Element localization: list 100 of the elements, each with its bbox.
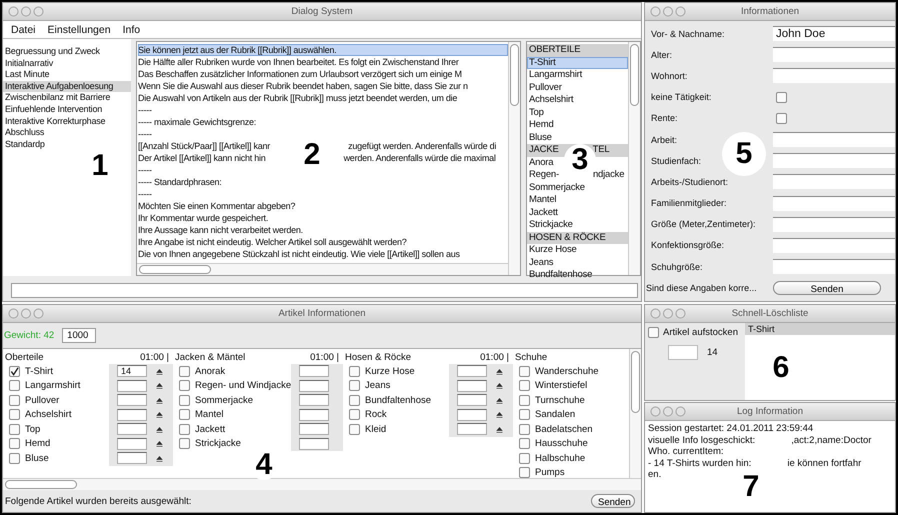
checkbox[interactable] — [519, 438, 530, 450]
checkbox[interactable] — [9, 438, 20, 450]
spinner-icon[interactable] — [156, 426, 163, 433]
checkbox[interactable] — [519, 467, 530, 478]
quantity-field[interactable] — [299, 394, 330, 406]
list-item[interactable]: Jackett — [527, 206, 558, 219]
input-field[interactable] — [11, 283, 638, 298]
weight-field[interactable]: 1000 — [62, 328, 96, 343]
scrollbar[interactable] — [628, 42, 640, 275]
input-field[interactable] — [773, 259, 895, 274]
quantity-field[interactable] — [117, 438, 147, 450]
checkbox[interactable] — [179, 380, 190, 392]
checkbox[interactable] — [519, 424, 530, 435]
quantity-field[interactable] — [457, 423, 487, 436]
menu-item[interactable]: Einstellungen — [42, 22, 117, 36]
send-button[interactable]: Senden — [591, 494, 635, 508]
menu-item[interactable]: Datei — [5, 22, 42, 36]
text-line[interactable]: ----- Standardphrasen: — [138, 176, 222, 188]
input-field[interactable] — [773, 216, 895, 232]
list-item[interactable]: Standardp — [3, 138, 45, 150]
checkbox[interactable] — [349, 394, 360, 406]
text-line[interactable]: ----- — [138, 164, 152, 176]
list-item[interactable]: Bundfaltenhose — [527, 269, 592, 282]
list-item[interactable]: Sommerjacke — [527, 182, 585, 194]
list-item[interactable]: Hemd — [527, 119, 554, 132]
quantity-field[interactable] — [457, 408, 487, 421]
text-line[interactable]: ----- — [138, 188, 152, 200]
checkbox[interactable] — [9, 366, 20, 377]
quantity-field[interactable] — [299, 380, 330, 392]
spinner-icon[interactable] — [496, 426, 503, 433]
spinner-icon[interactable] — [496, 382, 503, 390]
send-button[interactable]: Senden — [773, 281, 881, 296]
checkbox[interactable] — [349, 380, 360, 392]
text-line[interactable]: ----- — [138, 104, 152, 116]
list-item[interactable]: Kurze Hose — [527, 244, 577, 256]
checkbox[interactable] — [9, 424, 20, 435]
list-item[interactable]: Anora — [527, 156, 554, 169]
title-bar[interactable]: Log Information — [645, 403, 895, 421]
spinner-icon[interactable] — [156, 454, 163, 462]
spinner-icon[interactable] — [496, 411, 503, 418]
quantity-field[interactable] — [457, 394, 487, 406]
text-line[interactable]: Die Auswahl von Artikeln aus der Rubrik [[Rubrik]] muss jetzt beendet werden, um die — [138, 92, 458, 104]
quantity-field[interactable] — [299, 365, 330, 378]
list-item[interactable]: Last Minute — [3, 69, 50, 81]
checkbox[interactable] — [9, 409, 20, 420]
quantity-field[interactable] — [117, 423, 147, 436]
text-line[interactable]: Der Artikel [[Artikel]] kann nicht hin — [138, 153, 266, 163]
spinner-icon[interactable] — [156, 382, 163, 390]
list-item[interactable]: Regen- — [529, 169, 559, 180]
text-line[interactable]: ----- — [138, 128, 152, 140]
checkbox[interactable] — [519, 366, 530, 377]
input-field[interactable] — [773, 196, 895, 211]
text-line[interactable]: Das Beschaffen zusätzlicher Informationen zum Urlaubsort verzögert sich um einige M — [138, 68, 462, 80]
list-item[interactable]: Interaktive Korrekturphase — [3, 116, 106, 128]
scrollbar[interactable] — [629, 349, 641, 478]
input-field[interactable] — [773, 47, 895, 62]
quantity-field[interactable] — [299, 438, 330, 450]
text-line[interactable]: Ihre Aussage kann nicht verarbeitet werden. — [138, 224, 303, 236]
text-line[interactable]: ----- maximale Gewichtsgrenze: — [138, 116, 256, 128]
quantity-field[interactable] — [117, 452, 147, 464]
text-line[interactable]: Wenn Sie die Auswahl aus dieser Rubrik beendet haben, sagen Sie bitte, dass Sie zur n — [138, 80, 468, 92]
spinner-icon[interactable] — [156, 368, 163, 375]
checkbox[interactable] — [179, 438, 190, 450]
list-item[interactable]: Langarmshirt — [527, 69, 582, 82]
window-buttons-icon[interactable] — [8, 308, 44, 319]
input-field[interactable] — [773, 153, 895, 168]
list-item[interactable]: Top — [527, 106, 544, 119]
title-bar[interactable]: Dialog System — [3, 3, 641, 21]
checkbox[interactable] — [776, 112, 787, 124]
quantity-field[interactable]: 14 — [117, 365, 147, 378]
list-item[interactable]: Initialnarrativ — [3, 58, 54, 70]
list-item[interactable]: Abschluss — [3, 127, 44, 139]
spinner-icon[interactable] — [156, 440, 163, 448]
list-item[interactable]: Strickjacke — [527, 219, 573, 232]
quantity-field[interactable] — [457, 365, 487, 378]
checkbox[interactable] — [519, 452, 530, 464]
text-line[interactable]: Ihr Kommentar wurde gespeichert. — [138, 212, 268, 224]
input-field[interactable]: John Doe — [773, 26, 895, 42]
list-item[interactable]: Begruessung und Zweck — [3, 46, 100, 58]
checkbox[interactable] — [179, 366, 190, 377]
list-item[interactable]: Interaktive Aufgabenloesung — [3, 80, 131, 92]
scrollbar[interactable] — [508, 42, 520, 275]
checkbox[interactable] — [349, 409, 360, 420]
scrollbar[interactable] — [137, 263, 508, 275]
quantity-field[interactable] — [117, 380, 147, 392]
checkbox[interactable] — [9, 380, 20, 392]
checkbox[interactable] — [349, 424, 360, 435]
list-item[interactable]: Zwischenbilanz mit Barriere — [3, 92, 110, 104]
list-item[interactable]: Achselshirt — [527, 94, 574, 106]
list-item[interactable]: T-Shirt — [527, 56, 628, 69]
checkbox[interactable] — [776, 92, 787, 103]
list-item[interactable]: Jeans — [527, 256, 554, 269]
text-line[interactable]: [[Anzahl Stück/Paar]] [[Artikel]] kanr — [138, 141, 270, 151]
spinner-icon[interactable] — [496, 396, 503, 404]
list-item[interactable]: Pullover — [527, 82, 562, 94]
text-line[interactable]: zugefügt werden. Anderenfalls würde di — [348, 141, 496, 151]
input-field[interactable] — [773, 68, 895, 84]
input-field[interactable] — [668, 345, 698, 360]
input-field[interactable] — [773, 174, 895, 190]
quantity-field[interactable] — [117, 408, 147, 421]
